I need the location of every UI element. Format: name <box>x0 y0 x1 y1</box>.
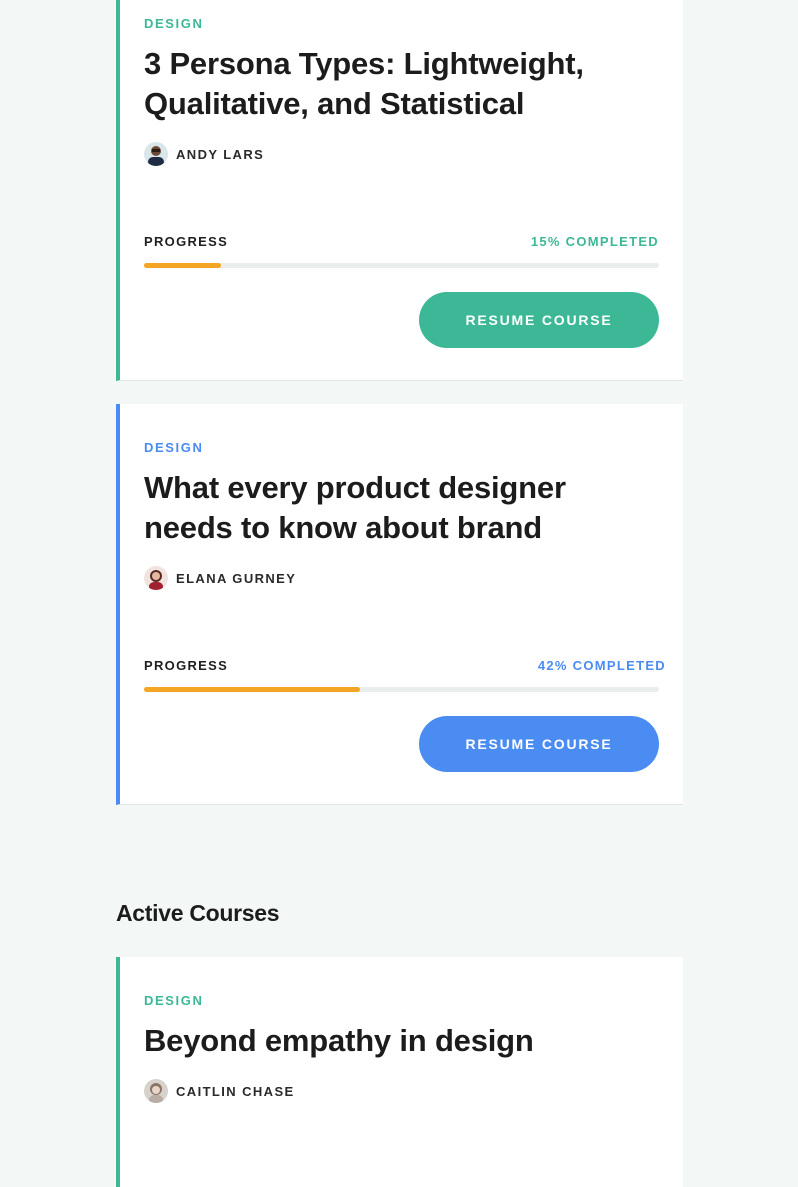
progress-percentage: 42% COMPLETED <box>537 658 666 673</box>
course-category: DESIGN <box>144 993 204 1008</box>
course-title[interactable]: Beyond empathy in design <box>144 1021 644 1061</box>
resume-course-button[interactable]: RESUME COURSE <box>419 716 659 772</box>
course-category: DESIGN <box>144 440 204 455</box>
course-title[interactable]: 3 Persona Types: Lightweight, Qualitativ… <box>144 44 644 124</box>
progress-label: PROGRESS <box>144 658 229 673</box>
course-title[interactable]: What every product designer needs to kno… <box>144 468 644 548</box>
author-avatar <box>144 1079 168 1103</box>
progress-bar-fill <box>144 263 222 268</box>
progress-percentage: 15% COMPLETED <box>530 234 659 249</box>
course-card[interactable]: DESIGN Beyond empathy in design CAITLIN … <box>116 957 683 1187</box>
course-author: ELANA GURNEY <box>144 566 296 590</box>
author-name: CAITLIN CHASE <box>176 1083 295 1099</box>
author-name: ANDY LARS <box>176 146 265 162</box>
course-author: CAITLIN CHASE <box>144 1079 295 1103</box>
course-author: ANDY LARS <box>144 142 264 166</box>
progress-bar <box>144 687 659 692</box>
progress-bar <box>144 263 659 268</box>
author-avatar <box>144 142 168 166</box>
author-name: ELANA GURNEY <box>176 570 297 586</box>
course-card[interactable]: DESIGN 3 Persona Types: Lightweight, Qua… <box>116 0 683 381</box>
course-category: DESIGN <box>144 16 204 31</box>
active-courses-heading: Active Courses <box>116 900 280 926</box>
progress-header: PROGRESS 42% COMPLETED <box>144 658 666 673</box>
course-card[interactable]: DESIGN What every product designer needs… <box>116 404 683 805</box>
author-avatar <box>144 566 168 590</box>
resume-course-button[interactable]: RESUME COURSE <box>419 292 659 348</box>
progress-bar-fill <box>144 687 361 692</box>
progress-header: PROGRESS 15% COMPLETED <box>144 234 659 249</box>
progress-label: PROGRESS <box>144 234 229 249</box>
